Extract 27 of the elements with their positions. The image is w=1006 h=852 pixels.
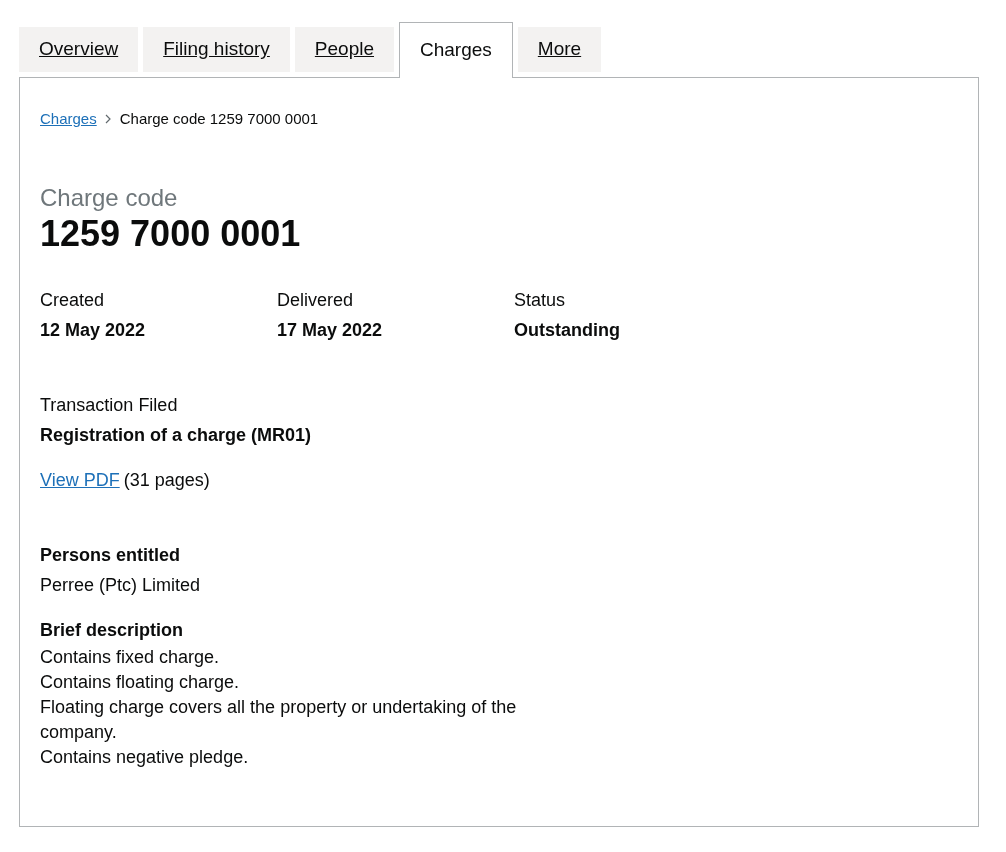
persons-entitled-value: Perree (Ptc) Limited	[40, 573, 201, 597]
description-line: Contains floating charge.	[40, 670, 241, 694]
summary-label: Created	[40, 288, 106, 312]
section-heading: Brief description	[40, 618, 184, 642]
breadcrumb-link[interactable]: Charges	[40, 108, 97, 131]
tab[interactable]: Overview	[19, 27, 139, 72]
view-pdf-link[interactable]: View PDF	[40, 464, 120, 495]
charge-code-heading: 1259 7000 0001	[40, 212, 302, 255]
summary-value: Outstanding	[514, 318, 621, 342]
summary-value: 12 May 2022	[40, 318, 147, 342]
tab[interactable]: People	[294, 27, 394, 72]
breadcrumb-current: Charge code 1259 7000 0001	[119, 109, 319, 129]
heading-caption: Charge code	[40, 182, 179, 213]
tab[interactable]: Charges	[399, 22, 513, 78]
transaction-value: Registration of a charge (MR01)	[40, 423, 312, 447]
chevron-right-icon	[104, 114, 112, 125]
summary-label: Status	[514, 288, 567, 312]
tab[interactable]: More	[517, 27, 602, 72]
page-count: (31 pages)	[123, 468, 210, 492]
summary-label: Delivered	[277, 288, 355, 312]
summary-value: 17 May 2022	[277, 318, 384, 342]
description-line: Floating charge covers all the property or undertaking of the company.	[40, 695, 518, 744]
transaction-label: Transaction Filed	[40, 393, 178, 417]
description-line: Contains negative pledge.	[40, 745, 250, 769]
description-line: Contains fixed charge.	[40, 645, 221, 669]
section-heading: Persons entitled	[40, 543, 181, 567]
tab[interactable]: Filing history	[143, 27, 290, 72]
